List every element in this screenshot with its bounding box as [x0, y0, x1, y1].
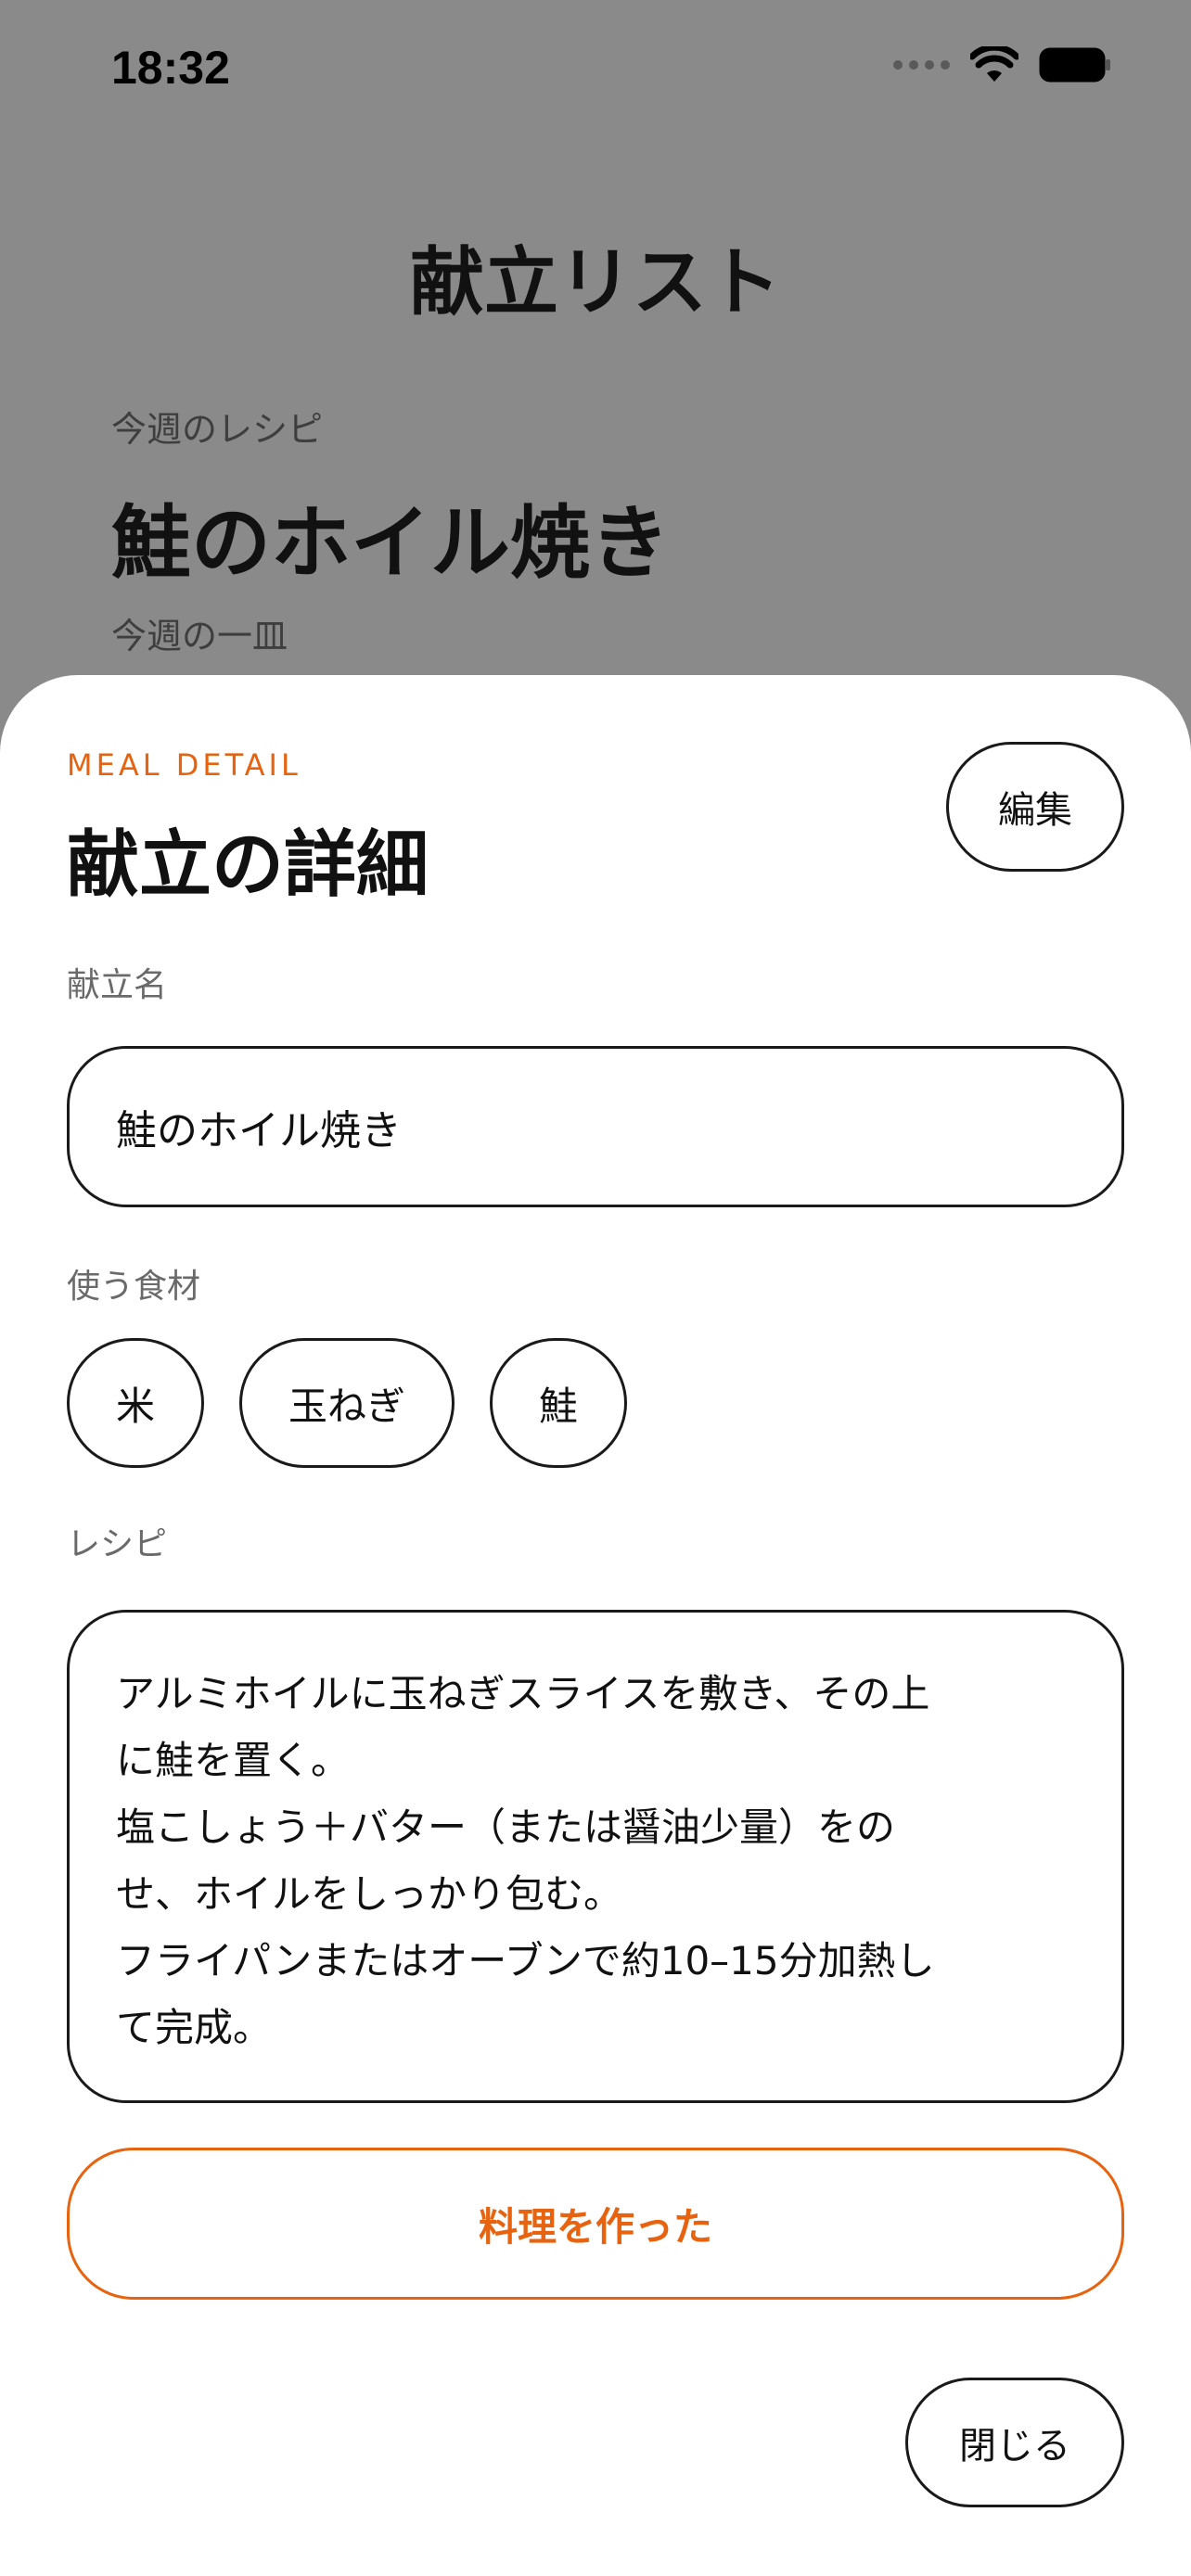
edit-button[interactable]: 編集 — [946, 742, 1124, 872]
name-label: 献立名 — [67, 966, 168, 1004]
battery-icon — [1039, 47, 1110, 83]
wifi-icon — [970, 46, 1018, 82]
recipe-line: て完成。 — [116, 2005, 273, 2050]
recipe-line: に鮭を置く。 — [116, 1738, 351, 1783]
status-icons — [893, 46, 1113, 83]
sheet-title: 献立の詳細 — [67, 823, 429, 907]
screen: 18:32 献立リスト 今週のレシピ 鮭のホイル焼き 今週の一皿 MEAL DE… — [0, 0, 1191, 2576]
status-time: 18:32 — [111, 42, 230, 94]
recipe-line: 塩こしょう＋バター（または醤油少量）をの — [116, 1804, 896, 1850]
recipe-line: せ、ホイルをしっかり包む。 — [116, 1871, 623, 1917]
meal-detail-sheet: MEAL DETAIL 献立の詳細 編集 献立名 鮭のホイル焼き 使う食材 米 … — [0, 675, 1191, 2576]
ingredients-label: 使う食材 — [67, 1268, 201, 1306]
meal-name-field[interactable]: 鮭のホイル焼き — [67, 1046, 1124, 1207]
section-label: 今週のレシピ — [111, 409, 324, 450]
ingredient-chips: 米 玉ねぎ 鮭 — [67, 1338, 628, 1468]
ingredient-chip[interactable]: 玉ねぎ — [239, 1338, 455, 1468]
sheet-eyebrow: MEAL DETAIL — [67, 747, 301, 783]
cellular-signal-icon — [893, 60, 950, 70]
page-title: 献立リスト — [410, 239, 781, 325]
ingredient-chip[interactable]: 鮭 — [490, 1338, 628, 1468]
recipe-text-area[interactable]: アルミホイルに玉ねぎスライスを敷き、その上 に鮭を置く。 塩こしょう＋バター（ま… — [67, 1610, 1124, 2103]
recipe-line: フライパンまたはオーブンで約10–15分加熱し — [116, 1938, 935, 1983]
close-button[interactable]: 閉じる — [905, 2378, 1124, 2507]
featured-dish-name: 鮭のホイル焼き — [111, 497, 670, 590]
recipe-label: レシピ — [67, 1525, 168, 1563]
cooked-button[interactable]: 料理を作った — [67, 2148, 1124, 2300]
recipe-line: アルミホイルに玉ねぎスライスを敷き、その上 — [116, 1671, 930, 1716]
ingredient-chip[interactable]: 米 — [67, 1338, 205, 1468]
sub-label: 今週の一皿 — [111, 616, 288, 657]
